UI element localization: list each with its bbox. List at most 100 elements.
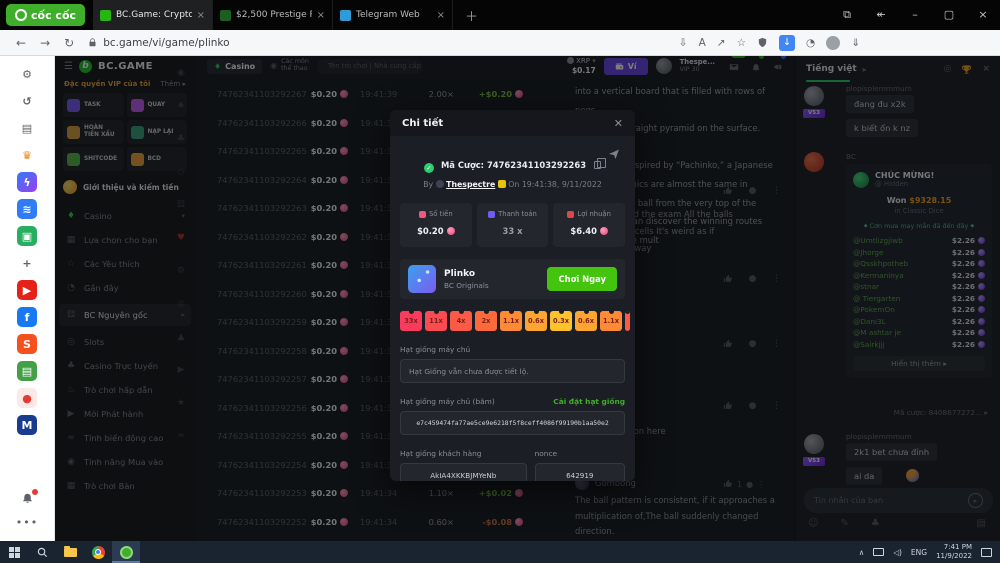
copy-icon[interactable] — [594, 161, 601, 169]
stat-card: Thanh toán 33 x — [477, 203, 549, 247]
stat-icon — [419, 211, 426, 218]
rail-icon[interactable]: ● — [17, 388, 37, 408]
address-bar[interactable]: bc.game/vi/game/plinko — [88, 37, 229, 49]
rail-icon[interactable]: ↺ — [17, 91, 37, 111]
gem-icon — [600, 227, 608, 235]
download-manager-icon[interactable]: ↓ — [779, 35, 795, 51]
hashed-seed-field[interactable]: e7c459474fa77ae5ce9e6218f5f8ceff4086f991… — [400, 411, 625, 435]
extension-icon[interactable]: ◔ — [806, 37, 815, 49]
bet-stats: Số tiền $0.20 Thanh toán 33 x — [400, 203, 625, 247]
browser-tab[interactable]: $2,500 Prestige Plinko Chall... × — [213, 0, 333, 30]
rail-icon[interactable]: ▤ — [17, 361, 37, 381]
bookmark-star-icon[interactable]: ☆ — [737, 37, 746, 49]
volume-icon[interactable]: ◁) — [893, 548, 902, 557]
close-button[interactable]: × — [966, 0, 1000, 30]
tab-title: $2,500 Prestige Plinko Chall... — [236, 10, 312, 20]
coccoc-taskbar-icon[interactable] — [112, 541, 140, 563]
language-indicator[interactable]: ENG — [911, 548, 927, 557]
share-icon[interactable]: ↗ — [717, 37, 726, 49]
browser-urlbar: ← → ↻ bc.game/vi/game/plinko ⇩ A ↗ ☆ ↓ ◔… — [0, 30, 1000, 56]
multiplier-chip: 4x — [625, 311, 630, 331]
modal-title: Chi tiết — [402, 118, 443, 129]
back-icon[interactable]: ← — [16, 36, 26, 50]
taskbar-search-icon[interactable] — [28, 541, 56, 563]
forward-icon[interactable]: → — [40, 36, 50, 50]
tab-close-icon[interactable]: × — [197, 10, 205, 21]
lock-icon — [88, 38, 97, 47]
stat-value: 33 x — [477, 226, 549, 236]
browser-titlebar: cốc cốc BC.Game: Crypto Casino Ga... × $… — [0, 0, 1000, 30]
browser-tab[interactable]: BC.Game: Crypto Casino Ga... × — [93, 0, 213, 30]
share-bet-icon[interactable] — [608, 148, 620, 160]
player-name[interactable]: Thespectre — [446, 180, 495, 189]
game-title: Plinko — [444, 269, 489, 279]
save-page-icon[interactable]: ⇩ — [679, 37, 688, 49]
server-seed-field[interactable]: Hạt Giống vẫn chưa được tiết lộ. — [400, 359, 625, 383]
translate-icon[interactable]: A — [699, 37, 706, 49]
tab-title: Telegram Web — [356, 10, 432, 20]
multiplier-chip: 11x — [425, 311, 447, 331]
multiplier-chip: 33x — [400, 311, 422, 331]
player-badge-icon — [498, 180, 506, 188]
hidden-icons-chevron[interactable]: ∧ — [859, 548, 865, 557]
multiplier-chip: 0.3x — [550, 311, 572, 331]
stat-card: Số tiền $0.20 — [400, 203, 472, 247]
profile-avatar-icon[interactable] — [826, 36, 840, 50]
taskbar-clock[interactable]: 7:41 PM 11/9/2022 — [936, 543, 972, 562]
multiplier-chip: 0.6x — [575, 311, 597, 331]
minimize-button[interactable]: – — [898, 0, 932, 30]
modal-close-icon[interactable]: ✕ — [614, 117, 623, 130]
play-now-button[interactable]: Chơi Ngay — [547, 267, 617, 291]
bell-icon[interactable] — [21, 491, 34, 507]
plinko-game-icon — [408, 265, 436, 293]
rail-icon[interactable]: ▣ — [17, 226, 37, 246]
hashed-seed-label: Hạt giống máy chủ (băm) — [400, 397, 495, 406]
tab-close-icon[interactable]: × — [437, 10, 445, 21]
more-icon[interactable]: ••• — [16, 516, 38, 529]
network-icon[interactable] — [873, 548, 884, 556]
stat-icon — [567, 211, 574, 218]
server-seed-label: Hạt giống máy chủ — [400, 345, 625, 354]
tab-close-icon[interactable]: × — [317, 10, 325, 21]
client-seed-field[interactable]: AkIA4XKKBJMYeNb — [400, 463, 527, 481]
multiplier-chip: 4x — [450, 311, 472, 331]
rail-icon[interactable]: ♛ — [17, 145, 37, 165]
rail-icon[interactable]: + — [17, 253, 37, 273]
adblock-shield-icon[interactable] — [757, 37, 768, 48]
multiplier-chip: 2x — [475, 311, 497, 331]
start-button[interactable] — [0, 541, 28, 563]
rail-icon[interactable]: ▶ — [17, 280, 37, 300]
bet-timestamp: 19:41:38, 9/11/2022 — [522, 180, 602, 189]
rail-icon[interactable]: M — [17, 415, 37, 435]
rail-icon[interactable]: f — [17, 307, 37, 327]
reload-icon[interactable]: ↻ — [64, 36, 74, 50]
multiplier-chip: 1.1x — [600, 311, 622, 331]
rail-icon[interactable]: S — [17, 334, 37, 354]
stat-value: $6.40 — [553, 226, 625, 236]
windows-taskbar: ∧ ◁) ENG 7:41 PM 11/9/2022 — [0, 541, 1000, 563]
chrome-icon[interactable] — [84, 541, 112, 563]
stat-icon — [488, 211, 495, 218]
game-provider: BC Originals — [444, 281, 489, 290]
nonce-field[interactable]: 642919 — [535, 463, 625, 481]
capture-icon[interactable]: ⧉ — [830, 0, 864, 30]
tab-favicon — [340, 10, 351, 21]
rail-icon[interactable]: ⚙ — [17, 64, 37, 84]
rail-icon[interactable]: ≋ — [17, 199, 37, 219]
action-center-icon[interactable] — [981, 548, 992, 557]
downloads-tray-icon[interactable]: ⇓ — [851, 37, 860, 49]
maximize-button[interactable]: ▢ — [932, 0, 966, 30]
new-tab-button[interactable]: ＋ — [453, 6, 490, 25]
coccoc-icon — [15, 9, 27, 21]
browser-tab[interactable]: Telegram Web × — [333, 0, 453, 30]
rail-icon[interactable]: ϟ — [17, 172, 37, 192]
seed-settings-link[interactable]: Cài đặt hạt giống — [553, 397, 625, 406]
nonce-label: nonce — [535, 449, 625, 458]
file-explorer-icon[interactable] — [56, 541, 84, 563]
multiplier-strip: 33x 11x 4x 2x 1.1x 0.6x 0.3x 0.6x 1.1x — [400, 311, 625, 331]
gem-icon — [447, 227, 455, 235]
game-row: Plinko BC Originals Chơi Ngay — [400, 259, 625, 299]
stat-card: Lợi nhuận $6.40 — [553, 203, 625, 247]
back-to-icon[interactable]: ↞ — [864, 0, 898, 30]
rail-icon[interactable]: ▤ — [17, 118, 37, 138]
